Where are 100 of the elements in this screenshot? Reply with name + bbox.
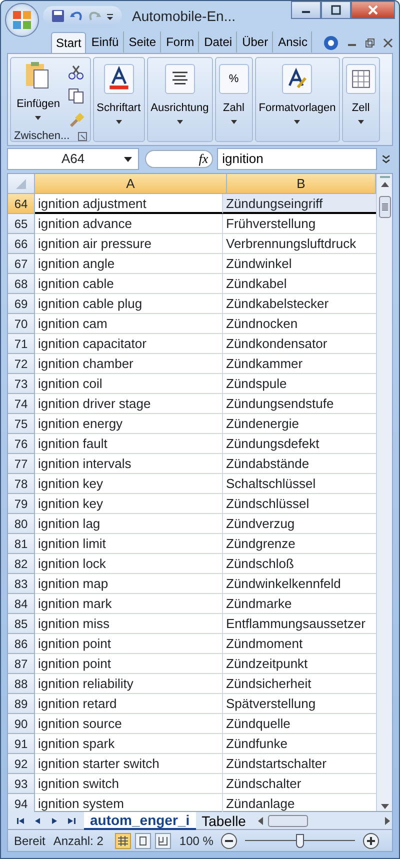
row-header[interactable]: 71 xyxy=(8,334,35,354)
row-header[interactable]: 64 xyxy=(8,194,35,214)
table-cell[interactable]: ignition miss xyxy=(35,614,223,634)
row-header[interactable]: 91 xyxy=(8,734,35,754)
scissors-icon[interactable] xyxy=(68,64,84,80)
last-sheet-icon[interactable] xyxy=(67,816,76,826)
formula-input[interactable]: ignition xyxy=(217,148,377,170)
zoom-slider-thumb[interactable] xyxy=(296,834,304,848)
close-icon[interactable] xyxy=(383,38,393,48)
row-header[interactable]: 70 xyxy=(8,314,35,334)
zoom-level[interactable]: 100 % xyxy=(179,832,214,850)
row-header[interactable]: 76 xyxy=(8,434,35,454)
row-header[interactable]: 87 xyxy=(8,654,35,674)
table-cell[interactable]: ignition starter switch xyxy=(35,754,223,774)
table-cell[interactable]: ignition cam xyxy=(35,314,223,334)
table-cell[interactable]: ignition key xyxy=(35,474,223,494)
sheet-tab[interactable]: Tabelle xyxy=(196,812,252,828)
minimize-button[interactable] xyxy=(291,1,321,19)
table-cell[interactable]: ignition intervals xyxy=(35,454,223,474)
row-header[interactable]: 88 xyxy=(8,674,35,694)
row-header[interactable]: 67 xyxy=(8,254,35,274)
table-cell[interactable]: ignition mark xyxy=(35,594,223,614)
office-button[interactable] xyxy=(5,3,39,37)
page-break-button[interactable] xyxy=(155,832,172,848)
row-header[interactable]: 83 xyxy=(8,574,35,594)
zoom-out-button[interactable] xyxy=(221,832,238,848)
dialog-launcher-icon[interactable] xyxy=(78,132,87,141)
down-arrow-icon[interactable] xyxy=(380,803,390,811)
table-cell[interactable]: ignition capacitator xyxy=(35,334,223,354)
close-button[interactable] xyxy=(351,1,395,19)
column-header[interactable]: A xyxy=(35,174,227,194)
table-cell[interactable]: ignition source xyxy=(35,714,223,734)
next-sheet-icon[interactable] xyxy=(50,816,59,826)
table-cell[interactable]: ignition reliability xyxy=(35,674,223,694)
table-cell[interactable]: ignition limit xyxy=(35,534,223,554)
row-header[interactable]: 72 xyxy=(8,354,35,374)
table-cell[interactable]: ignition key xyxy=(35,494,223,514)
table-cell[interactable]: ignition air pressure xyxy=(35,234,223,254)
table-cell[interactable]: ignition adjustment xyxy=(35,194,223,214)
table-cell[interactable]: Zündungseingriff xyxy=(223,194,376,214)
row-header[interactable]: 93 xyxy=(8,774,35,794)
row-header[interactable]: 92 xyxy=(8,754,35,774)
table-cell[interactable]: ignition fault xyxy=(35,434,223,454)
up-arrow-icon[interactable] xyxy=(380,180,390,188)
table-cell[interactable]: ignition chamber xyxy=(35,354,223,374)
ribbon-tab[interactable]: Start xyxy=(51,32,86,53)
save-icon[interactable] xyxy=(51,9,65,23)
table-cell[interactable]: ignition advance xyxy=(35,214,223,234)
table-cell[interactable]: ignition cable plug xyxy=(35,294,223,314)
page-layout-button[interactable] xyxy=(135,832,152,848)
maximize-button[interactable] xyxy=(321,1,351,19)
ribbon-button[interactable]: Zell xyxy=(346,60,376,126)
row-header[interactable]: 65 xyxy=(8,214,35,234)
table-cell[interactable]: ignition point xyxy=(35,634,223,654)
undo-icon[interactable] xyxy=(68,9,84,23)
ribbon-button[interactable]: % Zahl xyxy=(218,60,249,126)
paste-button[interactable]: Einfügen xyxy=(16,60,60,122)
right-arrow-icon[interactable] xyxy=(384,816,392,826)
row-header[interactable]: 69 xyxy=(8,294,35,314)
row-header[interactable]: 74 xyxy=(8,394,35,414)
row-header[interactable]: 85 xyxy=(8,614,35,634)
table-cell[interactable]: ignition coil xyxy=(35,374,223,394)
row-header[interactable]: 82 xyxy=(8,554,35,574)
row-header[interactable]: 80 xyxy=(8,514,35,534)
row-header[interactable]: 73 xyxy=(8,374,35,394)
left-arrow-icon[interactable] xyxy=(256,816,264,826)
ribbon-button[interactable]: Ausrichtung xyxy=(150,60,209,126)
table-cell[interactable]: ignition retard xyxy=(35,694,223,714)
row-header[interactable]: 94 xyxy=(8,794,35,814)
expand-icon[interactable] xyxy=(380,152,391,166)
function-button[interactable]: fx xyxy=(145,150,214,168)
vertical-scrollbar[interactable] xyxy=(376,174,392,811)
row-header[interactable]: 75 xyxy=(8,414,35,434)
copy-icon[interactable] xyxy=(68,88,84,104)
zoom-in-button[interactable] xyxy=(363,832,380,848)
column-header[interactable]: B xyxy=(227,174,376,194)
ribbon-button[interactable]: Formatvorlagen xyxy=(258,60,336,126)
sheet-tab[interactable]: autom_enger_i xyxy=(84,812,196,830)
table-cell[interactable]: ignition spark xyxy=(35,734,223,754)
row-header[interactable]: 81 xyxy=(8,534,35,554)
row-header[interactable]: 90 xyxy=(8,714,35,734)
table-cell[interactable]: ignition switch xyxy=(35,774,223,794)
table-cell[interactable]: ignition point xyxy=(35,654,223,674)
row-header[interactable]: 84 xyxy=(8,594,35,614)
name-box[interactable]: A64 xyxy=(7,148,140,170)
scroll-thumb-icon[interactable] xyxy=(268,815,308,828)
row-header[interactable]: 77 xyxy=(8,454,35,474)
row-header[interactable]: 68 xyxy=(8,274,35,294)
prev-sheet-icon[interactable] xyxy=(33,816,42,826)
row-header[interactable]: 79 xyxy=(8,494,35,514)
scroll-thumb-icon[interactable] xyxy=(378,196,390,218)
table-cell[interactable]: ignition lock xyxy=(35,554,223,574)
table-cell[interactable]: ignition cable xyxy=(35,274,223,294)
row-header[interactable]: 89 xyxy=(8,694,35,714)
table-cell[interactable]: ignition map xyxy=(35,574,223,594)
first-sheet-icon[interactable] xyxy=(16,816,25,826)
normal-view-button[interactable] xyxy=(115,832,132,848)
row-header[interactable]: 86 xyxy=(8,634,35,654)
row-header[interactable]: 66 xyxy=(8,234,35,254)
table-cell[interactable]: ignition energy xyxy=(35,414,223,434)
